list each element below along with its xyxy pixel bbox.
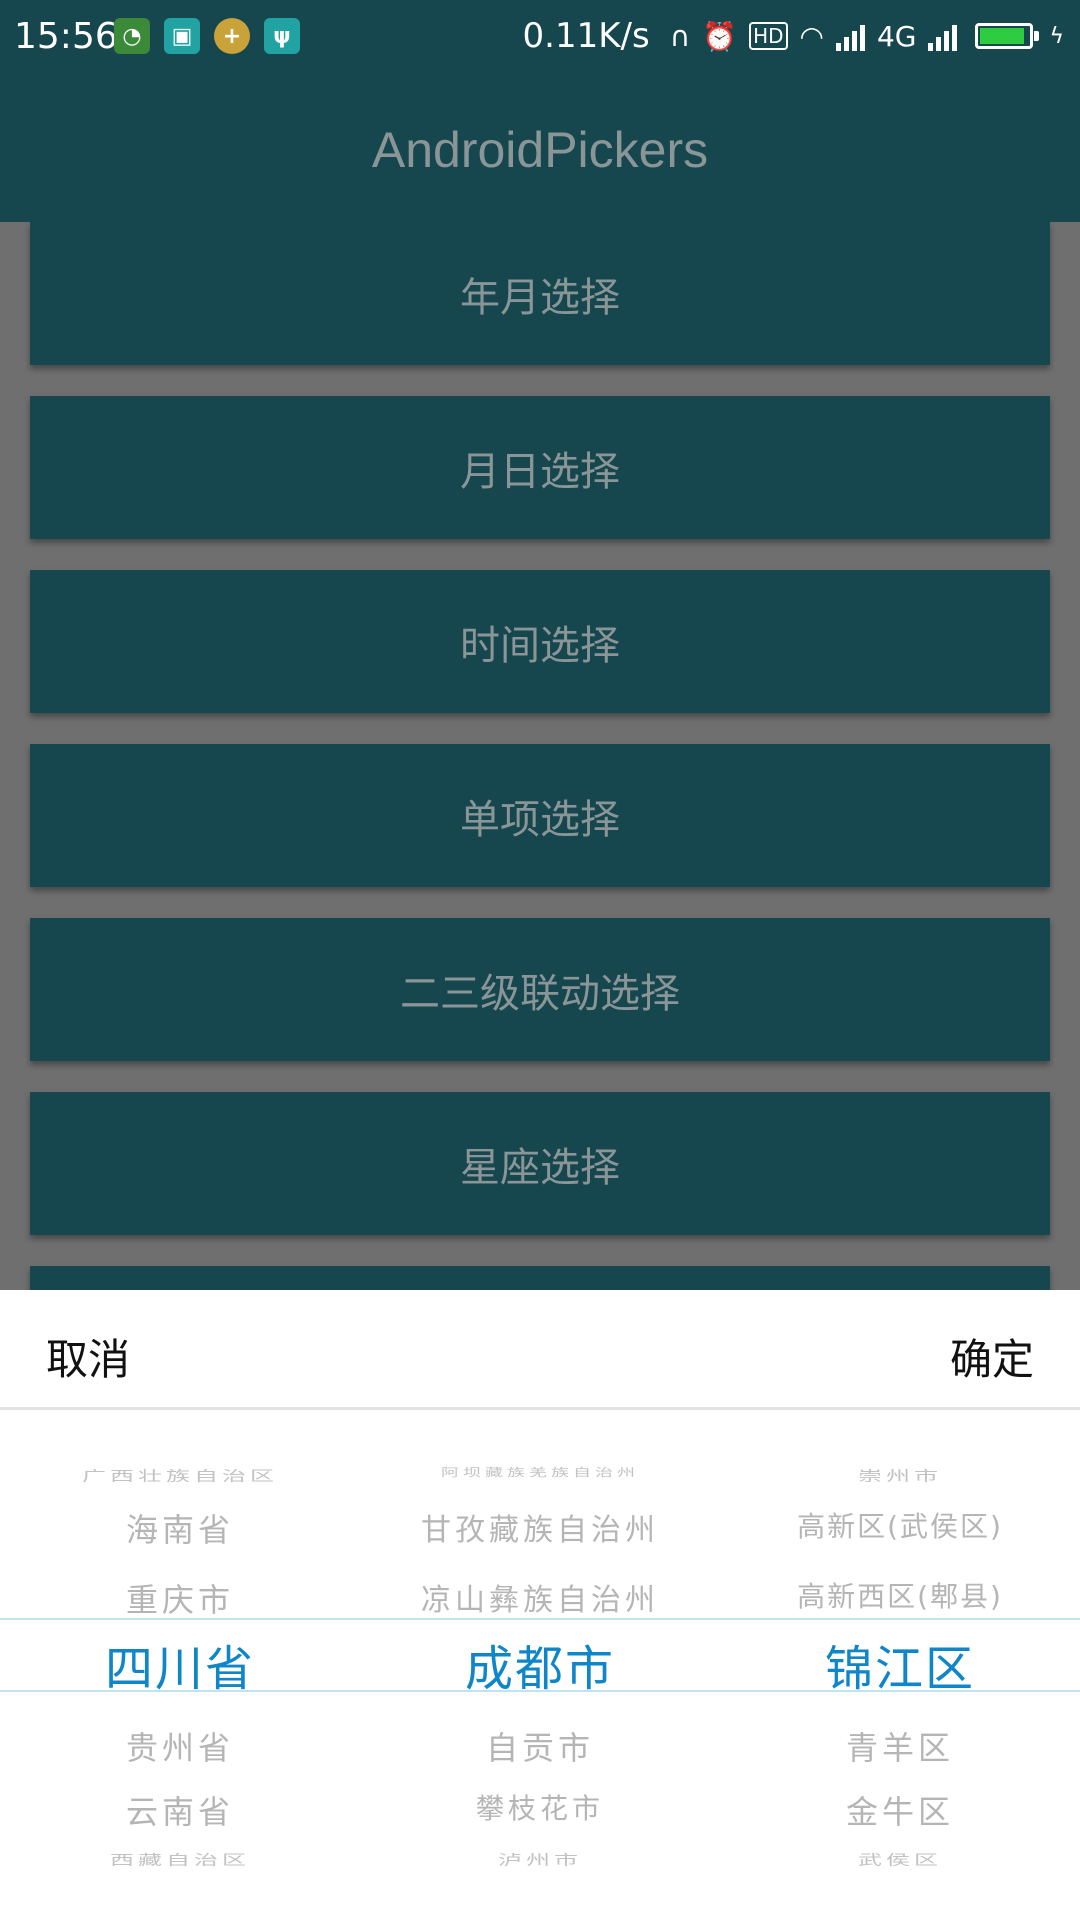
status-right: 0.11K/s ∩ ⏰ HD ◠ 4G ϟ (523, 16, 1064, 56)
wheel-item: 泸州市 (498, 1851, 582, 1869)
scan-icon: ▣ (164, 18, 200, 54)
wheel-item: 自贡市 (485, 1729, 594, 1767)
wheel-item (0, 1887, 360, 1896)
picker-wheels: 广西壮族自治区 海南省 重庆市 四川省 贵州省 云南省 西藏自治区 阿坝藏族羌族… (0, 1413, 1080, 1920)
wheel-item (720, 1887, 1080, 1896)
wheel-item (0, 1429, 360, 1438)
battery-icon (975, 23, 1040, 49)
net-speed: 0.11K/s (522, 16, 650, 56)
wheel-item: 青羊区 (845, 1729, 954, 1767)
wheel-item: 甘孜藏族自治州 (421, 1513, 659, 1548)
year-month-picker-button[interactable]: 年月选择 (30, 222, 1050, 365)
signal-icon (835, 21, 865, 51)
wheel-item: 高新区(武侯区) (797, 1510, 1003, 1543)
wheel-item-selected: 成都市 (464, 1641, 615, 1697)
wheel-item: 云南省 (125, 1793, 234, 1831)
network-type: 4G (876, 19, 917, 53)
wheel-item: 广西壮族自治区 (82, 1467, 278, 1485)
wheel-item: 凉山彝族自治州 (421, 1583, 659, 1618)
address-picker-sheet: 取消 确定 广西壮族自治区 海南省 重庆市 四川省 贵州省 云南省 西藏自治区 … (0, 1290, 1080, 1920)
wheel-item: 重庆市 (125, 1581, 234, 1619)
wheel-item-selected: 锦江区 (824, 1641, 975, 1697)
status-time: 15:56 (14, 16, 118, 57)
month-day-picker-button[interactable]: 月日选择 (30, 396, 1050, 539)
hd-icon: HD (749, 22, 788, 50)
app-title: AndroidPickers (371, 122, 709, 178)
confirm-button[interactable]: 确定 (950, 1326, 1034, 1387)
add-circle-icon: + (214, 18, 250, 54)
wheel-item (360, 1887, 720, 1896)
cancel-button[interactable]: 取消 (46, 1326, 130, 1387)
city-wheel[interactable]: 阿坝藏族羌族自治州 甘孜藏族自治州 凉山彝族自治州 成都市 自贡市 攀枝花市 泸… (360, 1413, 720, 1920)
district-wheel[interactable]: 崇州市 高新区(武侯区) 高新西区(郫县) 锦江区 青羊区 金牛区 武侯区 (720, 1413, 1080, 1920)
wheel-item: 贵州省 (125, 1729, 234, 1767)
more-picker-button[interactable] (30, 1266, 1050, 1290)
wheel-item: 海南省 (125, 1511, 234, 1549)
wheel-item: 武侯区 (858, 1851, 942, 1869)
wechat-icon: ◔ (114, 18, 150, 54)
wheel-item: 阿坝藏族羌族自治州 (441, 1466, 639, 1480)
picker-header: 取消 确定 (0, 1290, 1080, 1410)
notification-icons: ◔ ▣ + ψ (114, 18, 300, 54)
constellation-picker-button[interactable]: 星座选择 (30, 1092, 1050, 1235)
single-option-picker-button[interactable]: 单项选择 (30, 744, 1050, 887)
signal-icon (928, 21, 958, 51)
wheel-item: 攀枝花市 (475, 1792, 604, 1825)
wheel-item: 金牛区 (845, 1793, 954, 1831)
wheel-item: 西藏自治区 (110, 1851, 250, 1869)
wheel-item: 崇州市 (858, 1467, 942, 1485)
linkage-picker-button[interactable]: 二三级联动选择 (30, 918, 1050, 1061)
alarm-icon: ⏰ (702, 19, 738, 53)
charging-icon: ϟ (1049, 23, 1064, 49)
app-toolbar: AndroidPickers (0, 78, 1080, 222)
province-wheel[interactable]: 广西壮族自治区 海南省 重庆市 四川省 贵州省 云南省 西藏自治区 (0, 1413, 360, 1920)
headphones-icon: ∩ (669, 19, 691, 53)
time-picker-button[interactable]: 时间选择 (30, 570, 1050, 713)
wheel-item (720, 1429, 1080, 1438)
wheel-item (360, 1429, 720, 1438)
wifi-icon: ◠ (799, 19, 824, 53)
menu-list: 年月选择 月日选择 时间选择 单项选择 二三级联动选择 星座选择 (0, 222, 1080, 1290)
wheel-item: 高新西区(郫县) (797, 1580, 1003, 1613)
usb-icon: ψ (264, 18, 300, 54)
wheel-item-selected: 四川省 (104, 1641, 255, 1697)
status-bar: 15:56 ◔ ▣ + ψ 0.11K/s ∩ ⏰ HD ◠ 4G ϟ (0, 0, 1080, 78)
